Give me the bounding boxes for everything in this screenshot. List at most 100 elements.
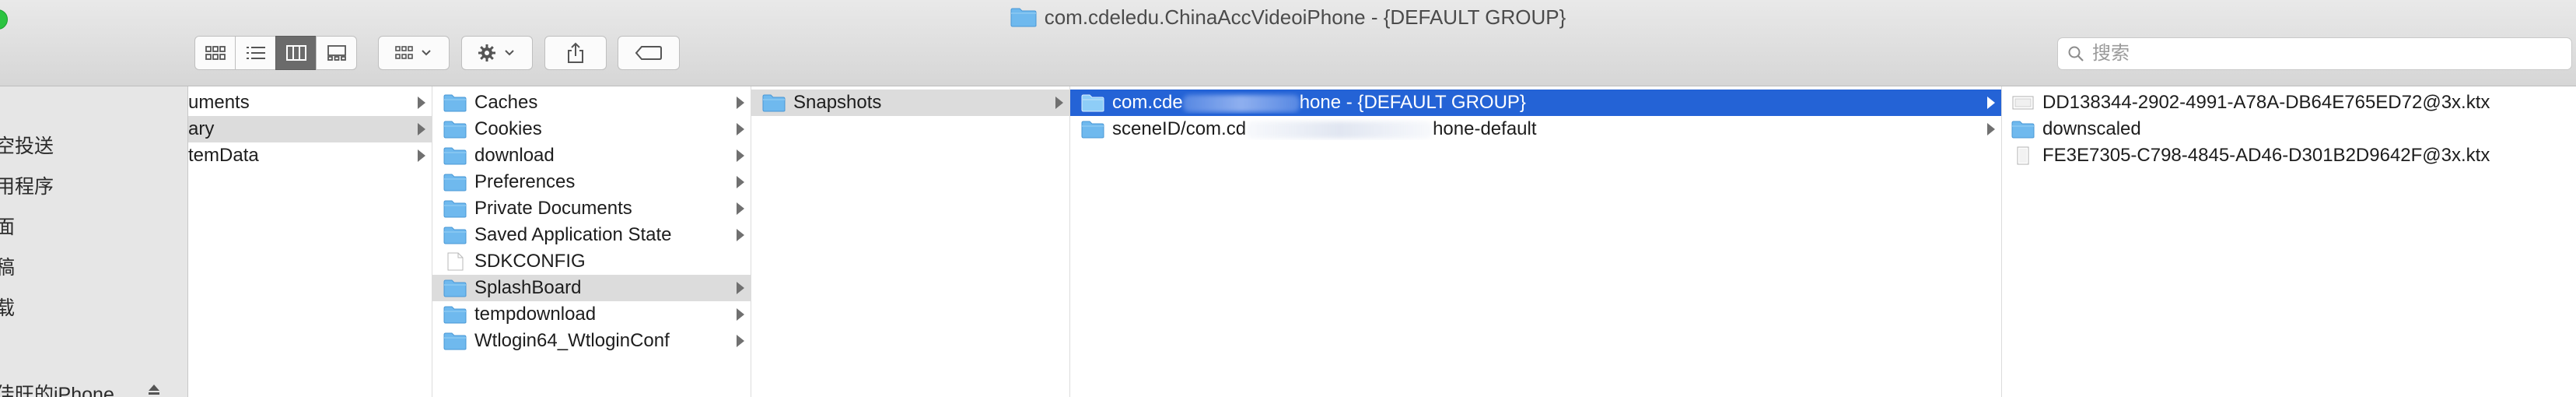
share-control: [544, 36, 607, 72]
sidebar-item-downloads[interactable]: 载: [0, 293, 15, 321]
browser-column-3: Snapshots: [751, 86, 1070, 397]
folder-icon: [443, 279, 467, 297]
list-item[interactable]: SDKCONFIG: [432, 248, 751, 275]
browser-column-1: uments ary temData: [188, 86, 432, 397]
disclosure-arrow-icon: [737, 202, 744, 215]
list-item[interactable]: DD138344-2902-4991-A78A-DB64E765ED72@3x.…: [2002, 90, 2576, 116]
sidebar-item-desktop[interactable]: 面: [0, 212, 15, 240]
item-label: download: [474, 145, 555, 166]
eject-icon[interactable]: [146, 382, 162, 397]
browser-column-5: DD138344-2902-4991-A78A-DB64E765ED72@3x.…: [2002, 86, 2576, 397]
sidebar-item-airdrop[interactable]: 空投送: [0, 131, 54, 159]
folder-icon: [1081, 94, 1104, 112]
folder-icon: [443, 332, 467, 350]
sidebar: 空投送 用程序 面 稿 载 佳旺的iPhone: [0, 86, 188, 397]
item-label: downscaled: [2042, 118, 2141, 139]
item-label: SplashBoard: [474, 277, 582, 298]
item-label: Snapshots: [793, 92, 882, 113]
folder-icon: [762, 94, 786, 112]
item-label: com.cde hone - {DEFAULT GROUP}: [1112, 92, 1526, 113]
group-by-button[interactable]: [378, 36, 450, 70]
grid-icon: [205, 46, 226, 60]
disclosure-arrow-icon: [418, 123, 425, 135]
item-label: ary: [188, 118, 215, 139]
disclosure-arrow-icon: [737, 123, 744, 135]
list-item[interactable]: temData: [188, 142, 432, 169]
item-label: Private Documents: [474, 198, 632, 219]
folder-icon: [443, 174, 467, 191]
view-mode-group: [194, 36, 357, 72]
ktx-file-icon: [2012, 96, 2034, 110]
group-grid-icon: [395, 46, 431, 59]
folder-icon: [443, 94, 467, 112]
columns-icon: [285, 45, 306, 61]
list-item[interactable]: com.cde hone - {DEFAULT GROUP}: [1070, 90, 2001, 116]
search-icon: [2068, 46, 2084, 61]
list-item[interactable]: Private Documents: [432, 195, 751, 222]
search-field[interactable]: [2057, 37, 2572, 70]
redacted-text: [1182, 94, 1300, 112]
window-titlebar: com.cdeledu.ChinaAccVideoiPhone - {DEFAU…: [0, 0, 2576, 86]
folder-icon: [2011, 121, 2035, 139]
folder-icon: [1010, 8, 1037, 27]
icon-view-button[interactable]: [194, 36, 236, 70]
disclosure-arrow-icon: [1987, 123, 1995, 135]
list-item[interactable]: sceneID/com.cd hone-default: [1070, 116, 2001, 142]
disclosure-arrow-icon: [737, 335, 744, 347]
disclosure-arrow-icon: [737, 229, 744, 241]
item-label: Cookies: [474, 118, 542, 139]
item-label: Preferences: [474, 171, 576, 192]
gallery-view-button[interactable]: [316, 36, 357, 70]
disclosure-arrow-icon: [737, 308, 744, 321]
folder-icon: [443, 227, 467, 244]
sidebar-item-device[interactable]: 佳旺的iPhone: [0, 379, 114, 397]
item-label: SDKCONFIG: [474, 251, 586, 272]
gear-icon: [478, 44, 514, 61]
item-label: Caches: [474, 92, 538, 113]
folder-icon: [443, 306, 467, 324]
search-input[interactable]: [2091, 42, 2560, 65]
list-item[interactable]: downscaled: [2002, 116, 2576, 142]
disclosure-arrow-icon: [737, 282, 744, 294]
folder-icon: [443, 121, 467, 139]
tags-control: [618, 36, 680, 72]
browser-column-2: Caches Cookies download Preferences Priv…: [432, 86, 751, 397]
document-icon: [2017, 146, 2029, 165]
item-label: FE3E7305-C798-4845-AD46-D301B2D9642F@3x.…: [2042, 145, 2490, 166]
list-item[interactable]: download: [432, 142, 751, 169]
list-item[interactable]: uments: [188, 90, 432, 116]
list-item[interactable]: FE3E7305-C798-4845-AD46-D301B2D9642F@3x.…: [2002, 142, 2576, 169]
disclosure-arrow-icon: [737, 149, 744, 162]
list-item[interactable]: tempdownload: [432, 301, 751, 328]
item-label: sceneID/com.cd hone-default: [1112, 118, 1537, 139]
sidebar-item-documents[interactable]: 稿: [0, 252, 15, 280]
item-label: temData: [188, 145, 259, 166]
disclosure-arrow-icon: [1987, 97, 1995, 109]
list-view-button[interactable]: [235, 36, 276, 70]
action-menu-button[interactable]: [461, 36, 533, 70]
list-item[interactable]: Caches: [432, 90, 751, 116]
sidebar-item-applications[interactable]: 用程序: [0, 171, 54, 199]
list-item[interactable]: Preferences: [432, 169, 751, 195]
share-button[interactable]: [544, 36, 607, 70]
list-item[interactable]: SplashBoard: [432, 275, 751, 301]
list-icon: [246, 47, 265, 59]
list-item[interactable]: Saved Application State: [432, 222, 751, 248]
document-icon: [447, 252, 464, 271]
folder-icon: [1081, 121, 1104, 139]
disclosure-arrow-icon: [418, 97, 425, 109]
list-item[interactable]: Cookies: [432, 116, 751, 142]
disclosure-arrow-icon: [1055, 97, 1063, 109]
gallery-icon: [327, 45, 346, 61]
list-item[interactable]: Wtlogin64_WtloginConf: [432, 328, 751, 354]
item-label: tempdownload: [474, 304, 597, 325]
item-label: DD138344-2902-4991-A78A-DB64E765ED72@3x.…: [2042, 92, 2490, 113]
column-view-button[interactable]: [275, 36, 317, 70]
list-item[interactable]: ary: [188, 116, 432, 142]
item-label: Saved Application State: [474, 224, 672, 245]
window-title: com.cdeledu.ChinaAccVideoiPhone - {DEFAU…: [0, 2, 2576, 33]
folder-icon: [443, 147, 467, 165]
list-item[interactable]: Snapshots: [751, 90, 1069, 116]
browser-column-4: com.cde hone - {DEFAULT GROUP} sceneID/co…: [1070, 86, 2002, 397]
tags-button[interactable]: [618, 36, 680, 70]
